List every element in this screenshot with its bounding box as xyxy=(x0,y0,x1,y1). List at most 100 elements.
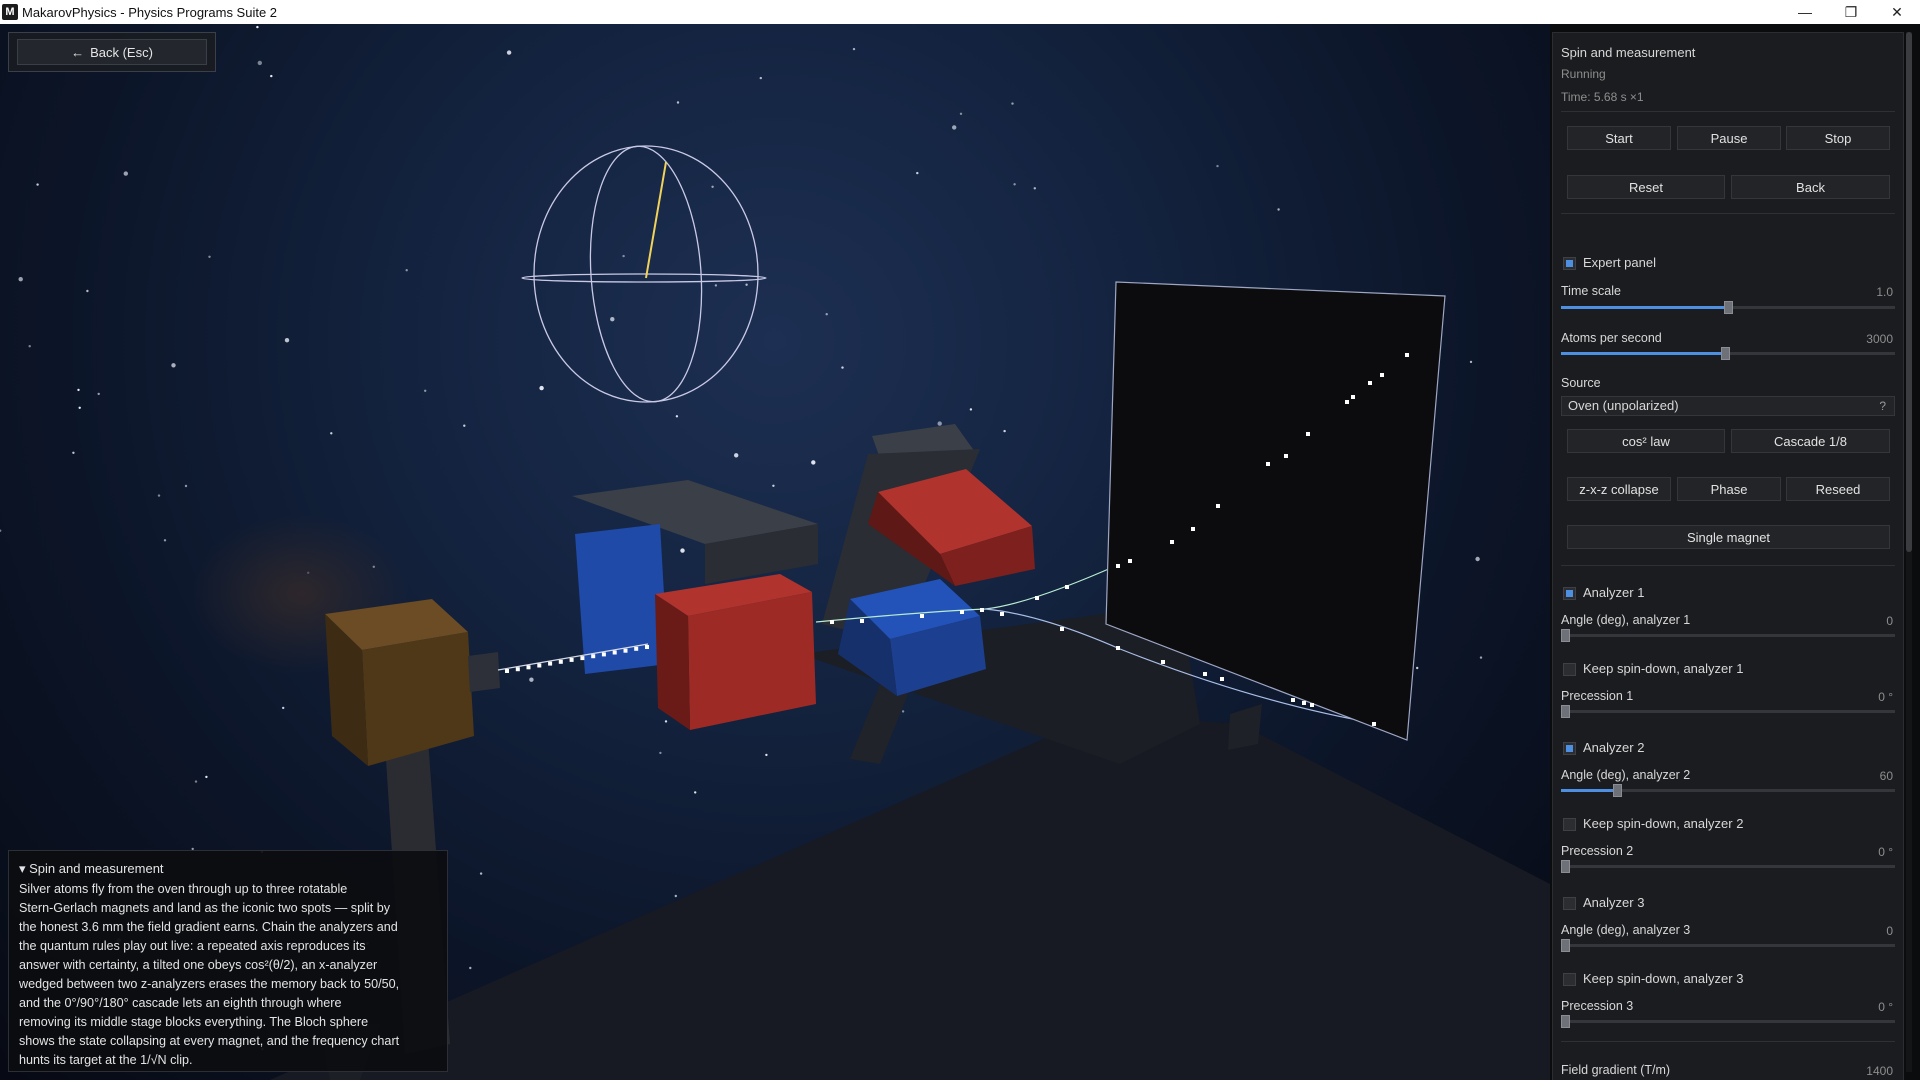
cascade-button[interactable]: Cascade 1/8 xyxy=(1731,429,1890,453)
screen-spot-up xyxy=(1170,540,1174,544)
atom-dot xyxy=(1060,627,1064,631)
reset-button[interactable]: Reset xyxy=(1567,175,1725,199)
sim-time: Time: 5.68 s ×1 xyxy=(1561,90,1644,104)
control-panel-content: Spin and measurement Running Time: 5.68 … xyxy=(1552,32,1904,1080)
stop-button[interactable]: Stop xyxy=(1786,126,1890,150)
single-magnet-button[interactable]: Single magnet xyxy=(1567,525,1890,549)
atoms-per-second-value: 3000 xyxy=(1866,332,1893,346)
keep-spin-down-1-checkbox[interactable] xyxy=(1563,663,1576,676)
separator xyxy=(1561,1041,1895,1042)
time-scale-slider[interactable] xyxy=(1561,301,1895,314)
star xyxy=(257,60,262,66)
analyzer1-checkbox[interactable] xyxy=(1563,587,1576,600)
info-title[interactable]: ▾ Spin and measurement xyxy=(19,859,437,878)
star xyxy=(163,539,167,542)
maximize-button[interactable]: ❐ xyxy=(1828,0,1874,24)
slider-thumb[interactable] xyxy=(1561,1015,1570,1028)
window-controls: — ❐ ✕ xyxy=(1782,0,1920,24)
info-line: wedged between two z-analyzers erases th… xyxy=(19,977,400,991)
panel-back-button[interactable]: Back xyxy=(1731,175,1890,199)
precession3-slider[interactable] xyxy=(1561,1015,1895,1028)
screen-spot-up xyxy=(1216,504,1220,508)
expert-panel-label: Expert panel xyxy=(1583,255,1656,270)
star xyxy=(1033,187,1037,190)
keep-spin-down-2-checkbox[interactable] xyxy=(1563,818,1576,831)
back-box: ← Back (Esc) xyxy=(8,32,216,72)
star xyxy=(86,289,89,293)
analyzer1-angle-label: Angle (deg), analyzer 1 xyxy=(1561,613,1691,627)
screen-spot-up xyxy=(1284,454,1288,458)
analyzer2-checkbox[interactable] xyxy=(1563,742,1576,755)
time-scale-value: 1.0 xyxy=(1876,285,1893,299)
slider-thumb[interactable] xyxy=(1561,939,1570,952)
slider-thumb[interactable] xyxy=(1561,860,1570,873)
atom-dot xyxy=(526,665,531,670)
star xyxy=(194,780,198,783)
star xyxy=(424,389,427,392)
star xyxy=(901,710,905,713)
analyzer2-angle-slider[interactable] xyxy=(1561,784,1895,797)
analyzer3-checkbox[interactable] xyxy=(1563,897,1576,910)
help-icon[interactable]: ? xyxy=(1879,397,1886,415)
phase-button[interactable]: Phase xyxy=(1677,477,1781,501)
scene-viewport[interactable]: ← Back (Esc) ▾ Spin and measurement Silv… xyxy=(0,24,1550,1080)
atom-dot xyxy=(558,659,563,664)
slider-thumb[interactable] xyxy=(1612,784,1622,797)
atom-dot xyxy=(612,650,617,655)
analyzer2-angle-value: 60 xyxy=(1879,769,1893,783)
source-selected-value: Oven (unpolarized) xyxy=(1568,398,1679,413)
reseed-button[interactable]: Reseed xyxy=(1786,477,1890,501)
star xyxy=(72,451,75,454)
atom-dot xyxy=(920,614,924,618)
expert-panel-checkbox[interactable] xyxy=(1563,257,1576,270)
cos2-law-button[interactable]: cos² law xyxy=(1567,429,1725,453)
screen-spot-down xyxy=(1116,646,1120,650)
analyzer1-angle-slider[interactable] xyxy=(1561,629,1895,642)
atom-dot xyxy=(515,667,520,672)
star xyxy=(330,432,333,435)
star xyxy=(1475,556,1480,562)
screen-spot-up xyxy=(1116,564,1120,568)
pause-button[interactable]: Pause xyxy=(1677,126,1781,150)
scrollbar-thumb[interactable] xyxy=(1906,32,1912,552)
atoms-per-second-label: Atoms per second xyxy=(1561,331,1662,345)
slider-thumb[interactable] xyxy=(1561,705,1570,718)
star xyxy=(1479,656,1483,659)
info-line: and the 0°/90°/180° cascade lets an eigh… xyxy=(19,996,342,1010)
star xyxy=(772,484,775,487)
atom-dot xyxy=(980,608,984,612)
atom-dot xyxy=(537,663,542,668)
star xyxy=(529,677,534,682)
minimize-button[interactable]: — xyxy=(1782,0,1828,24)
slider-thumb[interactable] xyxy=(1724,301,1733,314)
info-description: Silver atoms fly from the oven through u… xyxy=(19,880,437,1070)
magnet1-red-front xyxy=(688,592,816,730)
precession2-slider[interactable] xyxy=(1561,860,1895,873)
source-select[interactable]: Oven (unpolarized) ? xyxy=(1561,396,1895,416)
star xyxy=(506,50,512,55)
arrow-left-icon: ← xyxy=(71,44,85,60)
star xyxy=(1011,102,1014,105)
star xyxy=(659,751,662,755)
analyzer3-angle-slider[interactable] xyxy=(1561,939,1895,952)
precession3-label: Precession 3 xyxy=(1561,999,1634,1013)
star xyxy=(1013,183,1016,186)
analyzer2-angle-label: Angle (deg), analyzer 2 xyxy=(1561,768,1691,782)
star xyxy=(469,966,472,970)
star xyxy=(1277,208,1280,211)
panel-scrollbar[interactable] xyxy=(1906,32,1912,1072)
star xyxy=(1216,164,1219,168)
start-button[interactable]: Start xyxy=(1567,126,1671,150)
screen-stand xyxy=(1228,704,1262,750)
zxz-collapse-button[interactable]: z-x-z collapse xyxy=(1567,477,1671,501)
screen-spot-down xyxy=(1310,703,1314,707)
precession1-slider[interactable] xyxy=(1561,705,1895,718)
keep-spin-down-3-checkbox[interactable] xyxy=(1563,973,1576,986)
close-button[interactable]: ✕ xyxy=(1874,0,1920,24)
slider-thumb[interactable] xyxy=(1720,347,1730,360)
sim-status: Running xyxy=(1561,67,1606,81)
info-line: Stern-Gerlach magnets and land as the ic… xyxy=(19,901,390,915)
back-esc-button[interactable]: ← Back (Esc) xyxy=(17,39,207,65)
atoms-per-second-slider[interactable] xyxy=(1561,347,1895,360)
slider-thumb[interactable] xyxy=(1561,629,1570,642)
